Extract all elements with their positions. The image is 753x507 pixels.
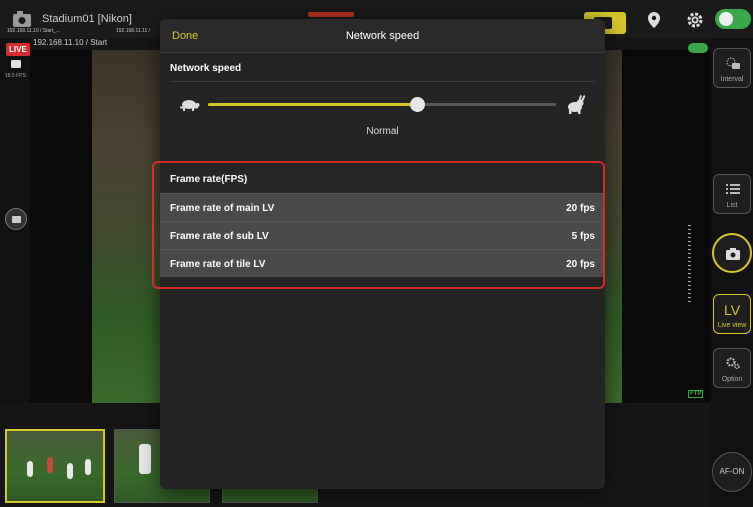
camera-icon <box>726 248 740 260</box>
slider-fill <box>208 103 417 106</box>
list-icon <box>726 184 740 194</box>
live-view-label: Live view <box>717 322 747 329</box>
network-speed-label: Network speed <box>170 63 242 74</box>
af-on-label: AF-ON <box>719 467 745 476</box>
camera-small-icon <box>11 60 21 68</box>
lv-text: LV <box>723 302 741 318</box>
dialog-title: Network speed <box>345 30 420 42</box>
fps-readout: 18.5 FPS <box>5 73 26 79</box>
speed-value: Normal <box>366 126 399 137</box>
dialog-header: Done Network speed <box>160 19 605 53</box>
interval-label: Interval <box>720 76 744 83</box>
list-button[interactable]: List <box>713 174 751 214</box>
view-toggle[interactable] <box>688 43 708 53</box>
slider-track[interactable] <box>208 97 556 112</box>
option-label: Option <box>721 376 743 383</box>
slider-thumb[interactable] <box>409 97 425 112</box>
focus-scale <box>688 225 691 305</box>
divider <box>170 81 595 82</box>
frame-rate-highlight <box>152 161 605 289</box>
side-camera-button[interactable] <box>5 208 27 230</box>
list-label: List <box>726 202 738 209</box>
live-badge: LIVE <box>6 43 30 56</box>
thumbnail-label: 192.168.11.10 / Start_... <box>7 28 61 34</box>
network-speed-slider[interactable] <box>178 95 588 119</box>
turtle-icon <box>180 100 200 111</box>
ftp-badge: FTP <box>688 390 704 398</box>
recording-indicator <box>308 12 354 17</box>
gear-icon[interactable] <box>686 11 704 29</box>
shutter-button[interactable] <box>712 233 752 273</box>
interval-button[interactable]: Interval <box>713 48 751 88</box>
option-button[interactable]: Option <box>713 348 751 388</box>
thumbnail[interactable] <box>5 429 105 503</box>
rabbit-icon <box>568 95 586 114</box>
interval-icon <box>726 57 740 69</box>
location-icon[interactable] <box>646 11 662 29</box>
camera-app-icon[interactable] <box>11 8 33 30</box>
camera-name[interactable]: Stadium01 [Nikon] <box>42 13 132 25</box>
thumbnail-label: 192.168.11.11 / <box>116 28 151 34</box>
connection-toggle[interactable] <box>715 9 751 29</box>
right-control-panel: Interval List LV Live view Option AF-ON <box>710 38 753 507</box>
af-on-button[interactable]: AF-ON <box>712 452 752 492</box>
live-view-button[interactable]: LV Live view <box>713 294 751 334</box>
option-gear-icon <box>726 357 740 369</box>
